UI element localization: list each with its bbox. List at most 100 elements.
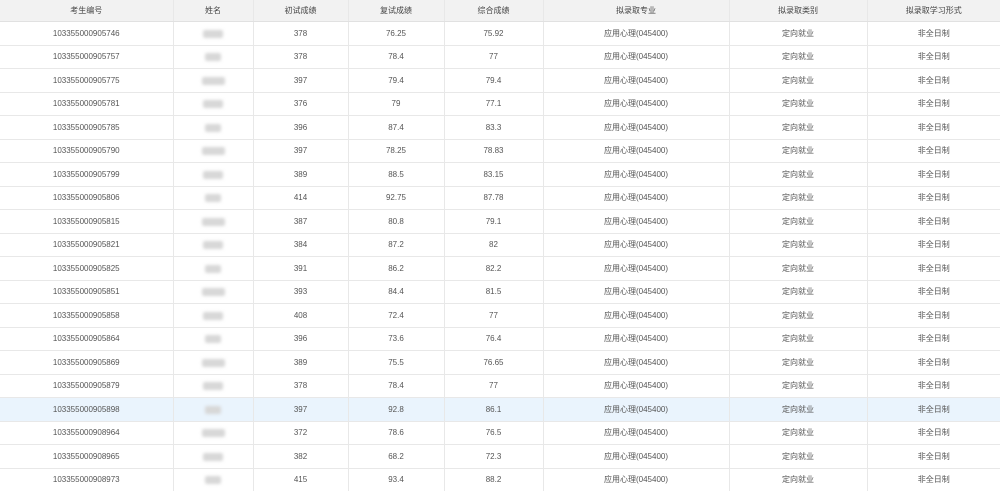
table-row[interactable]: 103355000905858 408 72.4 77 应用心理(045400) 定向就业… <box>0 303 1000 328</box>
redacted-name-blur <box>201 147 225 156</box>
major-cell: 应用心理(045400) <box>543 444 730 469</box>
retest-score-cell: 92.8 <box>348 397 445 422</box>
candidate-id-cell: 103355000905799 <box>0 162 174 187</box>
retest-score-cell: 68.2 <box>348 444 445 469</box>
initial-score-cell: 397 <box>253 397 349 422</box>
total-score-cell: 77 <box>444 303 544 328</box>
name-cell <box>173 421 254 445</box>
total-score-cell: 77 <box>444 374 544 398</box>
initial-score-cell: 389 <box>253 162 349 187</box>
name-cell <box>173 139 254 163</box>
candidate-id-cell: 103355000905746 <box>0 21 174 46</box>
initial-score-cell: 378 <box>253 21 349 46</box>
candidate-id-cell: 103355000905806 <box>0 186 174 210</box>
category-cell: 定向就业 <box>729 421 868 445</box>
total-score-cell: 76.5 <box>444 421 544 445</box>
name-cell <box>173 327 254 351</box>
redacted-name-blur <box>203 29 223 38</box>
redacted-name-blur <box>205 53 221 62</box>
table-row[interactable]: 103355000905785 396 87.4 83.3 应用心理(045400) 定向… <box>0 115 1000 140</box>
col-header-total-score: 综合成绩 <box>444 0 544 22</box>
table-row[interactable]: 103355000905806 414 92.75 87.78 应用心理(045400)… <box>0 186 1000 210</box>
retest-score-cell: 87.4 <box>348 115 445 140</box>
redacted-name-blur <box>201 76 225 85</box>
col-header-category: 拟录取类别 <box>729 0 868 22</box>
table-row[interactable]: 103355000905781 376 79 77.1 应用心理(045400) 定向就业… <box>0 92 1000 116</box>
table-row[interactable]: 103355000908973 415 93.4 88.2 应用心理(045400) 定向… <box>0 468 1000 491</box>
retest-score-cell: 78.4 <box>348 374 445 398</box>
table-row[interactable]: 103355000908965 382 68.2 72.3 应用心理(045400) 定向… <box>0 444 1000 469</box>
redacted-name-blur <box>205 264 221 273</box>
initial-score-cell: 389 <box>253 350 349 375</box>
initial-score-cell: 397 <box>253 139 349 163</box>
table-row[interactable]: 103355000905790 397 78.25 78.83 应用心理(045400)… <box>0 139 1000 163</box>
major-cell: 应用心理(045400) <box>543 350 730 375</box>
table-row[interactable]: 103355000905815 387 80.8 79.1 应用心理(045400) 定向… <box>0 209 1000 234</box>
name-cell <box>173 397 254 422</box>
table-row[interactable]: 103355000905864 396 73.6 76.4 应用心理(045400) 定向… <box>0 327 1000 351</box>
major-cell: 应用心理(045400) <box>543 327 730 351</box>
col-header-retest-score: 复试成绩 <box>348 0 445 22</box>
candidate-id-cell: 103355000908965 <box>0 444 174 469</box>
initial-score-cell: 396 <box>253 327 349 351</box>
category-cell: 定向就业 <box>729 68 868 93</box>
candidate-id-cell: 103355000905775 <box>0 68 174 93</box>
candidate-id-cell: 103355000908973 <box>0 468 174 491</box>
study-mode-cell: 非全日制 <box>867 209 1000 234</box>
study-mode-cell: 非全日制 <box>867 397 1000 422</box>
candidate-id-cell: 103355000905757 <box>0 45 174 69</box>
table-row[interactable]: 103355000905746 378 76.25 75.92 应用心理(045400)… <box>0 21 1000 46</box>
study-mode-cell: 非全日制 <box>867 186 1000 210</box>
study-mode-cell: 非全日制 <box>867 374 1000 398</box>
study-mode-cell: 非全日制 <box>867 327 1000 351</box>
redacted-name-blur <box>205 405 221 414</box>
table-row[interactable]: 103355000905869 389 75.5 76.65 应用心理(045400) 定… <box>0 350 1000 375</box>
category-cell: 定向就业 <box>729 115 868 140</box>
total-score-cell: 76.65 <box>444 350 544 375</box>
candidate-id-cell: 103355000905864 <box>0 327 174 351</box>
candidate-id-cell: 103355000905781 <box>0 92 174 116</box>
study-mode-cell: 非全日制 <box>867 68 1000 93</box>
total-score-cell: 79.4 <box>444 68 544 93</box>
name-cell <box>173 45 254 69</box>
major-cell: 应用心理(045400) <box>543 397 730 422</box>
table-row[interactable]: 103355000905879 378 78.4 77 应用心理(045400) 定向就业… <box>0 374 1000 398</box>
study-mode-cell: 非全日制 <box>867 468 1000 491</box>
table-row[interactable]: 103355000905898 397 92.8 86.1 应用心理(045400) 定向… <box>0 397 1000 422</box>
category-cell: 定向就业 <box>729 468 868 491</box>
table-row[interactable]: 103355000905821 384 87.2 82 应用心理(045400) 定向就业… <box>0 233 1000 257</box>
category-cell: 定向就业 <box>729 374 868 398</box>
study-mode-cell: 非全日制 <box>867 303 1000 328</box>
redacted-name-blur <box>205 194 221 203</box>
table-row[interactable]: 103355000905825 391 86.2 82.2 应用心理(045400) 定向… <box>0 256 1000 281</box>
redacted-name-blur <box>205 335 221 344</box>
retest-score-cell: 84.4 <box>348 280 445 304</box>
candidate-id-cell: 103355000908964 <box>0 421 174 445</box>
col-header-study-mode: 拟录取学习形式 <box>867 0 1000 22</box>
redacted-name-blur <box>203 382 223 391</box>
category-cell: 定向就业 <box>729 139 868 163</box>
major-cell: 应用心理(045400) <box>543 303 730 328</box>
study-mode-cell: 非全日制 <box>867 421 1000 445</box>
table-row[interactable]: 103355000905851 393 84.4 81.5 应用心理(045400) 定向… <box>0 280 1000 304</box>
table-row[interactable]: 103355000905757 378 78.4 77 应用心理(045400) 定向就业… <box>0 45 1000 69</box>
total-score-cell: 82 <box>444 233 544 257</box>
table-row[interactable]: 103355000905799 389 88.5 83.15 应用心理(045400) 定… <box>0 162 1000 187</box>
initial-score-cell: 376 <box>253 92 349 116</box>
initial-score-cell: 408 <box>253 303 349 328</box>
name-cell <box>173 209 254 234</box>
retest-score-cell: 79 <box>348 92 445 116</box>
category-cell: 定向就业 <box>729 444 868 469</box>
table-row[interactable]: 103355000908964 372 78.6 76.5 应用心理(045400) 定向… <box>0 421 1000 445</box>
name-cell <box>173 303 254 328</box>
category-cell: 定向就业 <box>729 209 868 234</box>
study-mode-cell: 非全日制 <box>867 350 1000 375</box>
category-cell: 定向就业 <box>729 186 868 210</box>
initial-score-cell: 378 <box>253 374 349 398</box>
name-cell <box>173 115 254 140</box>
table-row[interactable]: 103355000905775 397 79.4 79.4 应用心理(045400) 定向… <box>0 68 1000 93</box>
major-cell: 应用心理(045400) <box>543 186 730 210</box>
col-header-major: 拟录取专业 <box>543 0 730 22</box>
retest-score-cell: 75.5 <box>348 350 445 375</box>
col-header-candidate-id: 考生编号 <box>0 0 174 22</box>
